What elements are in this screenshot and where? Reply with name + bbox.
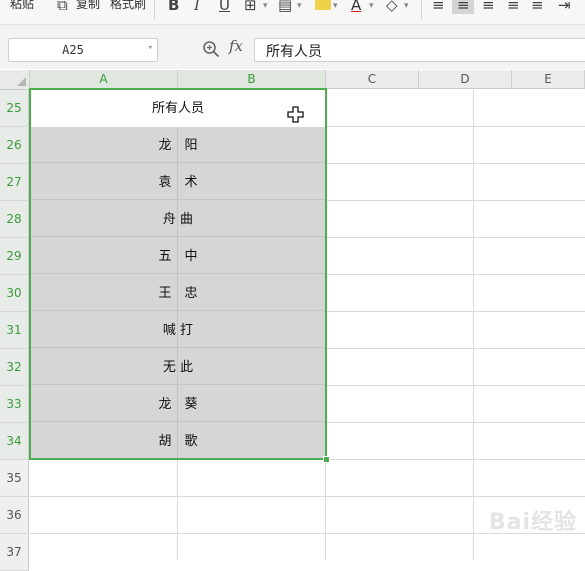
zoom-icon[interactable] (202, 40, 220, 58)
cell-a30-merged[interactable]: 王 忠 (30, 275, 326, 312)
formula-bar-area: A25 ▾ fx 所有人员 (0, 25, 585, 69)
chevron-down-icon[interactable]: ▾ (297, 1, 302, 11)
align-center-icon: ≡ (457, 0, 470, 14)
cell-a33-merged[interactable]: 龙 葵 (30, 386, 326, 423)
row-header-33[interactable]: 33 (0, 386, 29, 423)
row-header-30[interactable]: 30 (0, 275, 29, 312)
column-header-b[interactable]: B (178, 70, 326, 89)
copy-button[interactable]: 复制 (76, 0, 100, 12)
select-all-corner[interactable] (0, 70, 30, 90)
bold-button[interactable]: B (168, 0, 179, 14)
column-header-e[interactable]: E (512, 70, 585, 89)
underline-button[interactable]: U (219, 0, 230, 14)
cell-a28-merged[interactable]: 舟 曲 (30, 201, 326, 238)
indent-icon[interactable]: ⇥ (558, 0, 571, 14)
cell-a26-merged[interactable]: 龙 阳 (30, 127, 326, 164)
toolbar-divider (421, 0, 422, 20)
chevron-down-icon[interactable]: ▾ (369, 1, 374, 11)
font-color-icon[interactable]: A (351, 0, 361, 14)
row-header-26[interactable]: 26 (0, 127, 29, 164)
row-header-25[interactable]: 25 (0, 90, 29, 127)
formula-value: 所有人员 (266, 44, 322, 60)
cell-a34-merged[interactable]: 胡 歌 (30, 423, 326, 460)
chevron-down-icon[interactable]: ▾ (333, 1, 338, 11)
chevron-down-icon[interactable]: ▾ (263, 1, 268, 11)
cell-a29-merged[interactable]: 五 中 (30, 238, 326, 275)
fill-style-icon[interactable]: ▤ (278, 0, 292, 14)
chevron-down-icon[interactable]: ▾ (148, 43, 153, 53)
cell-a27-merged[interactable]: 袁 术 (30, 164, 326, 201)
row-header-37[interactable]: 37 (0, 534, 29, 571)
clear-format-icon[interactable]: ◇ (386, 0, 398, 14)
align-left-icon[interactable]: ≡ (432, 0, 445, 14)
paste-button[interactable]: 粘贴 (10, 0, 34, 12)
row-header-28[interactable]: 28 (0, 201, 29, 238)
justify-icon[interactable]: ≡ (507, 0, 520, 14)
distributed-icon[interactable]: ≡ (531, 0, 544, 14)
row-header-34[interactable]: 34 (0, 423, 29, 460)
column-header-a[interactable]: A (30, 70, 178, 89)
cell-a31-merged[interactable]: 喊 打 (30, 312, 326, 349)
border-icon[interactable]: ⊞ (244, 0, 257, 14)
column-header-d[interactable]: D (419, 70, 512, 89)
fill-handle[interactable] (323, 456, 330, 463)
cell-a25-merged[interactable]: 所有人员 (30, 90, 326, 127)
select-all-icon (17, 77, 26, 86)
row-header-32[interactable]: 32 (0, 349, 29, 386)
row-header-36[interactable]: 36 (0, 497, 29, 534)
ribbon-toolbar: 粘贴 ⧉ 复制 格式刷 B I U ⊞ ▾ ▤ ▾ ▾ A ▾ ◇ ▾ ≡ ≡ … (0, 0, 585, 25)
italic-button[interactable]: I (194, 0, 200, 14)
cell-select-cursor-icon (287, 106, 304, 123)
row-header-31[interactable]: 31 (0, 312, 29, 349)
row-header-35[interactable]: 35 (0, 460, 29, 497)
cell-a32-merged[interactable]: 无 此 (30, 349, 326, 386)
row-header-29[interactable]: 29 (0, 238, 29, 275)
watermark-logo: Bai经验 (488, 510, 577, 535)
format-painter-button[interactable]: 格式刷 (110, 0, 146, 12)
fx-icon[interactable]: fx (229, 37, 243, 55)
copy-icon: ⧉ (57, 0, 68, 14)
align-right-icon[interactable]: ≡ (482, 0, 495, 14)
formula-input[interactable]: 所有人员 (254, 38, 585, 62)
name-box-value: A25 (62, 43, 84, 57)
fill-color-icon[interactable] (315, 0, 331, 10)
name-box[interactable]: A25 ▾ (8, 38, 158, 62)
align-center-button[interactable]: ≡ (452, 0, 474, 14)
column-header-c[interactable]: C (326, 70, 419, 89)
row-header-27[interactable]: 27 (0, 164, 29, 201)
toolbar-divider (154, 0, 155, 20)
chevron-down-icon[interactable]: ▾ (404, 1, 409, 11)
